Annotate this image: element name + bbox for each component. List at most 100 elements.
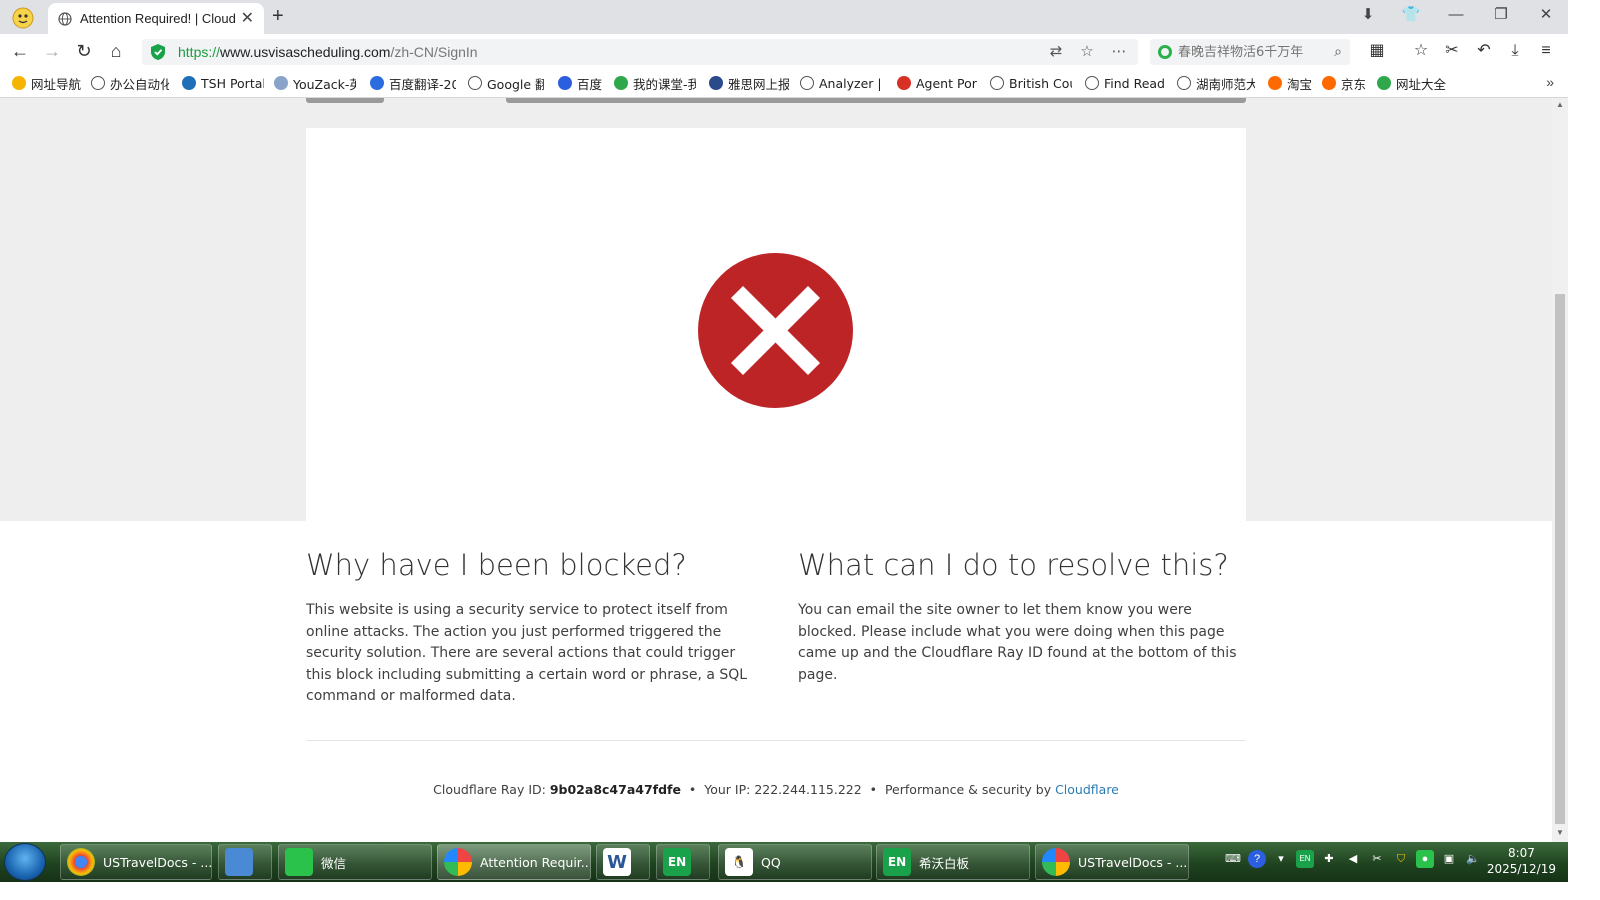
undo-icon[interactable]: ↶ — [1473, 40, 1495, 62]
minimize-button[interactable]: — — [1444, 4, 1468, 26]
why-blocked-heading: Why have I been blocked? — [306, 548, 687, 582]
help-icon[interactable]: ? — [1248, 850, 1266, 868]
forward-button[interactable]: → — [41, 40, 63, 62]
reload-button[interactable]: ↻ — [73, 40, 95, 62]
globe-icon — [990, 76, 1004, 90]
home-button[interactable]: ⌂ — [105, 40, 127, 62]
blocked-x-icon — [698, 253, 853, 408]
bookmark-label: YouZack-英 — [293, 76, 356, 92]
search-icon[interactable]: ⌕ — [1334, 43, 1342, 60]
bookmark-item[interactable]: 淘宝 — [1268, 74, 1314, 92]
bookmark-label: 百度 — [577, 76, 603, 92]
taskbar-item[interactable]: EN — [656, 844, 710, 880]
footer-separator: • — [869, 782, 878, 797]
bookmark-item[interactable]: 百度翻译-20 — [370, 74, 456, 92]
bookmark-item[interactable]: 我的课堂-我 — [614, 74, 696, 92]
scissors-icon[interactable]: ✂ — [1441, 40, 1463, 62]
url-text[interactable]: https://www.usvisascheduling.com/zh-CN/S… — [178, 44, 478, 60]
taskbar-item-label: QQ — [761, 854, 781, 870]
taskbar-item[interactable]: USTravelDocs - ... — [1035, 844, 1189, 880]
security-tray-icon[interactable]: ⛉ — [1392, 850, 1410, 868]
taskbar-item[interactable]: 🐧 QQ — [718, 844, 872, 880]
volume-icon[interactable]: ◀ — [1344, 850, 1362, 868]
taskbar-item[interactable]: 微信 — [278, 844, 432, 880]
close-window-button[interactable]: ✕ — [1534, 4, 1558, 26]
taskbar-item[interactable]: EN 希沃白板 — [876, 844, 1030, 880]
resolve-text: You can email the site owner to let them… — [798, 602, 1237, 683]
bookmark-star-icon[interactable]: ☆ — [1077, 42, 1097, 62]
bookmark-item[interactable]: Analyzer | L — [800, 74, 884, 92]
bookmark-item[interactable]: Google 翻 — [468, 74, 544, 92]
cloudflare-link[interactable]: Cloudflare — [1055, 782, 1119, 797]
bookmark-label: Find Readi — [1104, 75, 1165, 91]
app-tray-icon[interactable]: ✚ — [1320, 850, 1338, 868]
bookmark-item[interactable]: 雅思网上报 — [709, 74, 789, 92]
taskbar-item-label: USTravelDocs - ... — [1078, 854, 1188, 870]
system-clock[interactable]: 8:07 2025/12/19 — [1487, 845, 1556, 877]
ip-label: Your IP: — [704, 782, 751, 797]
taskbar-item[interactable] — [218, 844, 272, 880]
footer-separator: • — [688, 782, 697, 797]
translate-icon — [370, 76, 384, 90]
translate-icon[interactable]: ⇄ — [1046, 42, 1066, 62]
restore-button[interactable]: ❐ — [1489, 4, 1513, 26]
bookmark-item[interactable]: 湖南师范大 — [1177, 74, 1255, 92]
browser-logo-icon[interactable] — [10, 5, 36, 29]
search-engine-icon — [1158, 45, 1172, 59]
search-box[interactable]: ⌕ — [1150, 39, 1350, 65]
bookmark-item[interactable]: Find Readi — [1085, 74, 1165, 92]
en-indicator-icon[interactable]: EN — [1296, 850, 1314, 868]
bookmark-item[interactable]: British Cou — [990, 74, 1072, 92]
resolve-heading: What can I do to resolve this? — [798, 548, 1229, 582]
bookmark-item[interactable]: 网址导航 — [12, 74, 82, 92]
bookmark-item[interactable]: 京东 — [1322, 74, 1368, 92]
menu-icon[interactable]: ≡ — [1535, 40, 1557, 62]
taskbar-item[interactable]: USTravelDocs - ... — [60, 844, 212, 880]
bookmark-item[interactable]: 百度 — [558, 74, 604, 92]
wechat-tray-icon[interactable]: ● — [1416, 850, 1434, 868]
scroll-up-icon[interactable]: ▲ — [1555, 100, 1565, 109]
globe-icon — [1177, 76, 1191, 90]
shield-icon — [182, 76, 196, 90]
pinwheel-icon — [614, 76, 628, 90]
new-tab-button[interactable]: + — [272, 5, 284, 27]
more-bookmarks-icon[interactable]: » — [1546, 74, 1554, 90]
cloudflare-footer: Cloudflare Ray ID: 9b02a8c47a47fdfe • Yo… — [0, 782, 1552, 797]
bookmark-label: 办公自动化 — [110, 76, 169, 92]
chrome-icon — [897, 76, 911, 90]
tools-icon[interactable]: ✂ — [1368, 850, 1386, 868]
scroll-down-icon[interactable]: ▼ — [1555, 828, 1565, 837]
doc-icon — [274, 76, 288, 90]
bookmark-item[interactable]: TSH Portal — [182, 74, 264, 92]
network-icon[interactable]: ▣ — [1440, 850, 1458, 868]
close-tab-icon[interactable]: ✕ — [241, 10, 254, 27]
active-tab[interactable]: Attention Required! | Cloud ✕ — [48, 3, 264, 34]
scrollbar-thumb[interactable] — [1555, 294, 1565, 824]
performance-label: Performance & security by — [884, 782, 1052, 797]
apps-grid-icon[interactable]: ▦ — [1366, 40, 1388, 62]
search-input[interactable] — [1178, 43, 1318, 61]
globe-yellow-icon — [12, 76, 26, 90]
favorites-icon[interactable]: ☆ — [1410, 40, 1432, 62]
more-options-icon[interactable]: ⋯ — [1109, 42, 1129, 62]
vertical-scrollbar[interactable]: ▲ ▼ — [1552, 98, 1568, 842]
bookmark-item[interactable]: 网址大全 — [1377, 74, 1447, 92]
speaker-icon[interactable]: 🔈 — [1464, 850, 1482, 868]
start-button[interactable] — [4, 843, 46, 881]
bookmark-item[interactable]: Agent Port — [897, 74, 977, 92]
why-blocked-section: Why have I been blocked? This website is… — [306, 548, 756, 708]
skin-icon[interactable]: 👕 — [1399, 4, 1423, 26]
download-icon[interactable]: ⤓ — [1504, 40, 1526, 62]
taskbar-item[interactable]: Attention Requir... — [437, 844, 591, 880]
bookmark-item[interactable]: 办公自动化 — [91, 74, 169, 92]
taskbar-item[interactable]: W — [596, 844, 650, 880]
address-bar[interactable]: https://www.usvisascheduling.com/zh-CN/S… — [142, 39, 1138, 65]
bookmark-item[interactable]: YouZack-英 — [274, 74, 356, 92]
security-shield-icon[interactable] — [150, 43, 166, 61]
globe-icon — [1085, 76, 1099, 90]
bookmark-label: 京东 — [1341, 76, 1367, 92]
keyboard-icon[interactable]: ⌨ — [1224, 850, 1242, 868]
tray-arrow-icon[interactable]: ▾ — [1272, 850, 1290, 868]
back-button[interactable]: ← — [9, 40, 31, 62]
account-menu-icon[interactable]: ⬇ — [1356, 4, 1380, 26]
